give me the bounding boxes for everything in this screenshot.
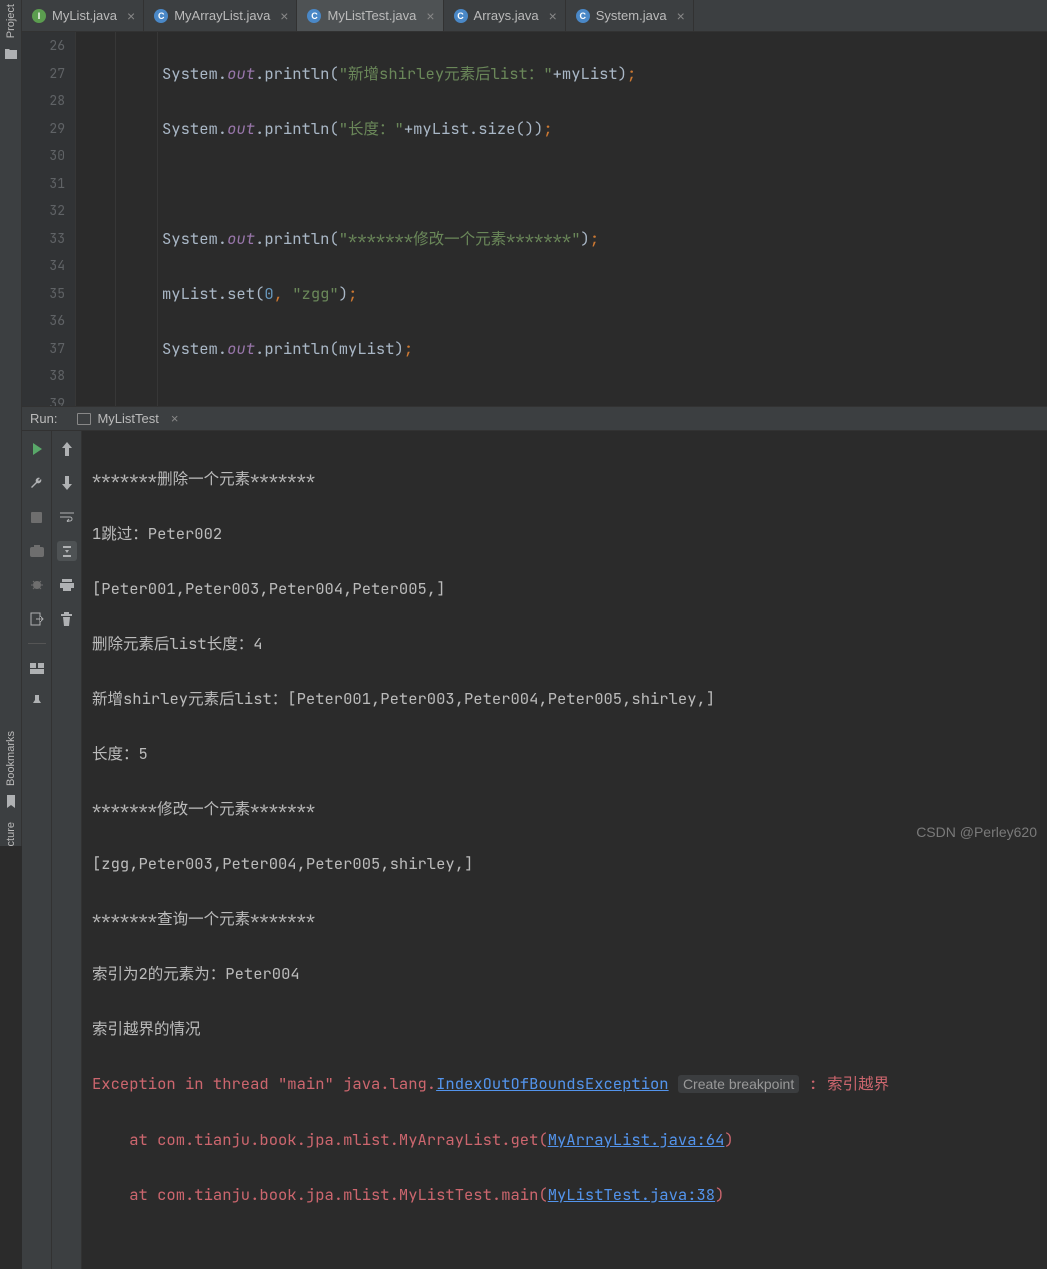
wrench-icon[interactable] bbox=[27, 473, 47, 493]
trash-icon[interactable] bbox=[57, 609, 77, 629]
bookmarks-tool-label[interactable]: Bookmarks bbox=[5, 731, 17, 786]
exit-icon[interactable] bbox=[27, 609, 47, 629]
code-line: myList.set(0, "zgg"); bbox=[162, 280, 1047, 308]
console-line: 1跳过：Peter002 bbox=[92, 520, 1037, 548]
left-sidebar: Project Bookmarks cture bbox=[0, 0, 22, 846]
run-tab-label: MyListTest bbox=[97, 411, 158, 426]
run-toolbar-primary bbox=[22, 431, 52, 1269]
line-number: 39 bbox=[22, 390, 65, 407]
editor-tabs: I MyList.java × C MyArrayList.java × C M… bbox=[22, 0, 1047, 32]
stack-link[interactable]: MyArrayList.java:64 bbox=[548, 1129, 725, 1150]
console-line: *******删除一个元素******* bbox=[92, 465, 1037, 493]
console-line: 删除元素后list长度：4 bbox=[92, 630, 1037, 658]
console-line: 新增shirley元素后list：[Peter001,Peter003,Pete… bbox=[92, 685, 1037, 713]
code-line: System.out.println(myList); bbox=[162, 335, 1047, 363]
class-icon: C bbox=[454, 9, 468, 23]
tab-label: MyList.java bbox=[52, 8, 117, 23]
tab-label: MyArrayList.java bbox=[174, 8, 270, 23]
line-gutter: 26 27 28 29 30 31 32 33 34 35 36 37 38 3… bbox=[22, 32, 76, 406]
tab-myarraylist[interactable]: C MyArrayList.java × bbox=[144, 0, 297, 31]
class-icon: C bbox=[154, 9, 168, 23]
project-tool-label[interactable]: Project bbox=[5, 4, 17, 38]
code-editor[interactable]: 26 27 28 29 30 31 32 33 34 35 36 37 38 3… bbox=[22, 32, 1047, 406]
create-breakpoint-badge[interactable]: Create breakpoint bbox=[678, 1075, 799, 1093]
structure-tool-label[interactable]: cture bbox=[5, 822, 17, 846]
console-line: 索引为2的元素为：Peter004 bbox=[92, 960, 1037, 988]
line-number: 27 bbox=[22, 60, 65, 88]
code-line: System.out.println("新增shirley元素后list："+m… bbox=[162, 60, 1047, 88]
stack-link[interactable]: MyListTest.java:38 bbox=[548, 1184, 715, 1205]
tab-arrays[interactable]: C Arrays.java × bbox=[444, 0, 566, 31]
console-icon bbox=[77, 413, 91, 425]
console-line: [Peter001,Peter003,Peter004,Peter005,] bbox=[92, 575, 1037, 603]
console-output[interactable]: *******删除一个元素******* 1跳过：Peter002 [Peter… bbox=[82, 431, 1047, 1269]
bug-icon[interactable] bbox=[27, 575, 47, 595]
console-line: 长度：5 bbox=[92, 740, 1037, 768]
line-number: 33 bbox=[22, 225, 65, 253]
line-number: 26 bbox=[22, 32, 65, 60]
exception-link[interactable]: IndexOutOfBoundsException bbox=[436, 1073, 669, 1094]
console-stack-line: at com.tianju.book.jpa.mlist.MyArrayList… bbox=[92, 1126, 1037, 1154]
code-body[interactable]: System.out.println("新增shirley元素后list："+m… bbox=[158, 32, 1047, 406]
bookmark-icon[interactable] bbox=[3, 794, 19, 810]
run-label: Run: bbox=[30, 411, 57, 426]
line-number: 35 bbox=[22, 280, 65, 308]
run-toolbar-secondary bbox=[52, 431, 82, 1269]
line-number: 29 bbox=[22, 115, 65, 143]
down-arrow-icon[interactable] bbox=[57, 473, 77, 493]
console-error-line: Exception in thread "main" java.lang.Ind… bbox=[92, 1070, 1037, 1099]
close-icon[interactable]: × bbox=[549, 8, 557, 24]
wrap-icon[interactable] bbox=[57, 507, 77, 527]
code-line: System.out.println("长度："+myList.size()); bbox=[162, 115, 1047, 143]
close-icon[interactable]: × bbox=[426, 8, 434, 24]
run-header: Run: MyListTest × bbox=[22, 407, 1047, 431]
print-icon[interactable] bbox=[57, 575, 77, 595]
line-number: 37 bbox=[22, 335, 65, 363]
close-icon[interactable]: × bbox=[677, 8, 685, 24]
console-line: *******查询一个元素******* bbox=[92, 905, 1037, 933]
close-icon[interactable]: × bbox=[171, 411, 179, 426]
line-number: 30 bbox=[22, 142, 65, 170]
line-number: 34 bbox=[22, 252, 65, 280]
tab-label: MyListTest.java bbox=[327, 8, 416, 23]
watermark: CSDN @Perley620 bbox=[916, 824, 1037, 840]
folder-icon[interactable] bbox=[3, 46, 19, 62]
run-tab[interactable]: MyListTest × bbox=[69, 407, 186, 430]
interface-icon: I bbox=[32, 9, 46, 23]
tab-label: Arrays.java bbox=[474, 8, 539, 23]
line-number: 36 bbox=[22, 307, 65, 335]
line-number: 38 bbox=[22, 362, 65, 390]
tab-system[interactable]: C System.java × bbox=[566, 0, 694, 31]
console-line: [zgg,Peter003,Peter004,Peter005,shirley,… bbox=[92, 850, 1037, 878]
line-number: 28 bbox=[22, 87, 65, 115]
console-stack-line: at com.tianju.book.jpa.mlist.MyListTest.… bbox=[92, 1181, 1037, 1209]
camera-icon[interactable] bbox=[27, 541, 47, 561]
scroll-to-end-icon[interactable] bbox=[57, 541, 77, 561]
console-line: *******修改一个元素******* bbox=[92, 795, 1037, 823]
line-number: 31 bbox=[22, 170, 65, 198]
close-icon[interactable]: × bbox=[127, 8, 135, 24]
pin-icon[interactable] bbox=[27, 692, 47, 712]
tab-mylist[interactable]: I MyList.java × bbox=[22, 0, 144, 31]
tab-label: System.java bbox=[596, 8, 667, 23]
class-icon: C bbox=[307, 9, 321, 23]
line-number: 32 bbox=[22, 197, 65, 225]
code-line: System.out.println("*******修改一个元素*******… bbox=[162, 225, 1047, 253]
run-button[interactable] bbox=[27, 439, 47, 459]
stop-button[interactable] bbox=[27, 507, 47, 527]
close-icon[interactable]: × bbox=[280, 8, 288, 24]
run-panel: Run: MyListTest × bbox=[22, 406, 1047, 846]
console-line: 索引越界的情况 bbox=[92, 1015, 1037, 1043]
layout-icon[interactable] bbox=[27, 658, 47, 678]
tab-mylisttest[interactable]: C MyListTest.java × bbox=[297, 0, 443, 31]
class-icon: C bbox=[576, 9, 590, 23]
up-arrow-icon[interactable] bbox=[57, 439, 77, 459]
